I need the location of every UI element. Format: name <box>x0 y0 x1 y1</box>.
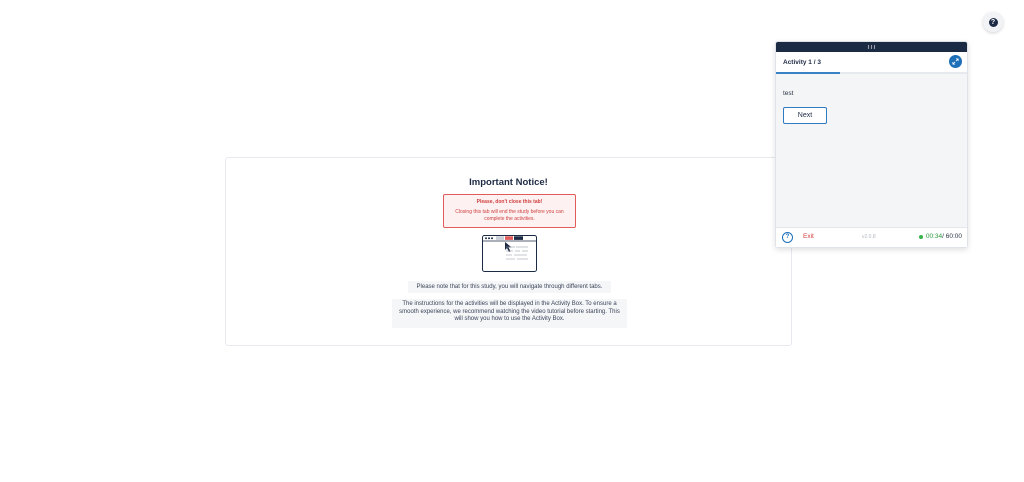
activity-content-text: test <box>783 90 794 97</box>
version-label: v2.0.8 <box>862 234 876 240</box>
timer-status-dot-icon <box>918 234 923 239</box>
next-button[interactable]: Next <box>783 107 827 124</box>
activity-header: Activity 1 / 3 <box>776 52 967 74</box>
notice-card: Important Notice! Please, don't close th… <box>225 157 792 346</box>
drag-handle[interactable] <box>776 42 967 52</box>
expand-icon <box>952 58 959 65</box>
note-tabs: Please note that for this study, you wil… <box>408 281 611 293</box>
timer-elapsed: 00:34 <box>925 233 943 240</box>
warning-body: Closing this tab will end the study befo… <box>455 209 564 222</box>
help-button[interactable]: ? <box>983 12 1003 32</box>
browser-tab-illustration-icon <box>482 235 537 272</box>
activity-help-icon[interactable]: ? <box>782 232 793 243</box>
activity-progress-bar <box>776 72 967 74</box>
timer-total: / 60:00 <box>942 233 962 240</box>
note-activity-box: The instructions for the activities will… <box>392 299 627 328</box>
warning-title: Please, don't close this tab! <box>476 199 543 205</box>
activity-footer: ? Exit v2.0.8 00:34 / 60:00 <box>776 227 967 247</box>
drag-dots-icon <box>867 45 876 49</box>
question-icon: ? <box>988 17 998 27</box>
timer: 00:34 / 60:00 <box>918 233 962 240</box>
warning-box: Please, don't close this tab! Closing th… <box>443 194 576 228</box>
notice-title: Important Notice! <box>469 177 548 188</box>
activity-box: Activity 1 / 3 test Next ? Exit v2.0.8 0… <box>775 41 968 248</box>
expand-button[interactable] <box>949 55 962 68</box>
activity-title: Activity 1 / 3 <box>783 59 821 66</box>
activity-progress-fill <box>776 72 840 74</box>
exit-button[interactable]: Exit <box>803 233 814 240</box>
